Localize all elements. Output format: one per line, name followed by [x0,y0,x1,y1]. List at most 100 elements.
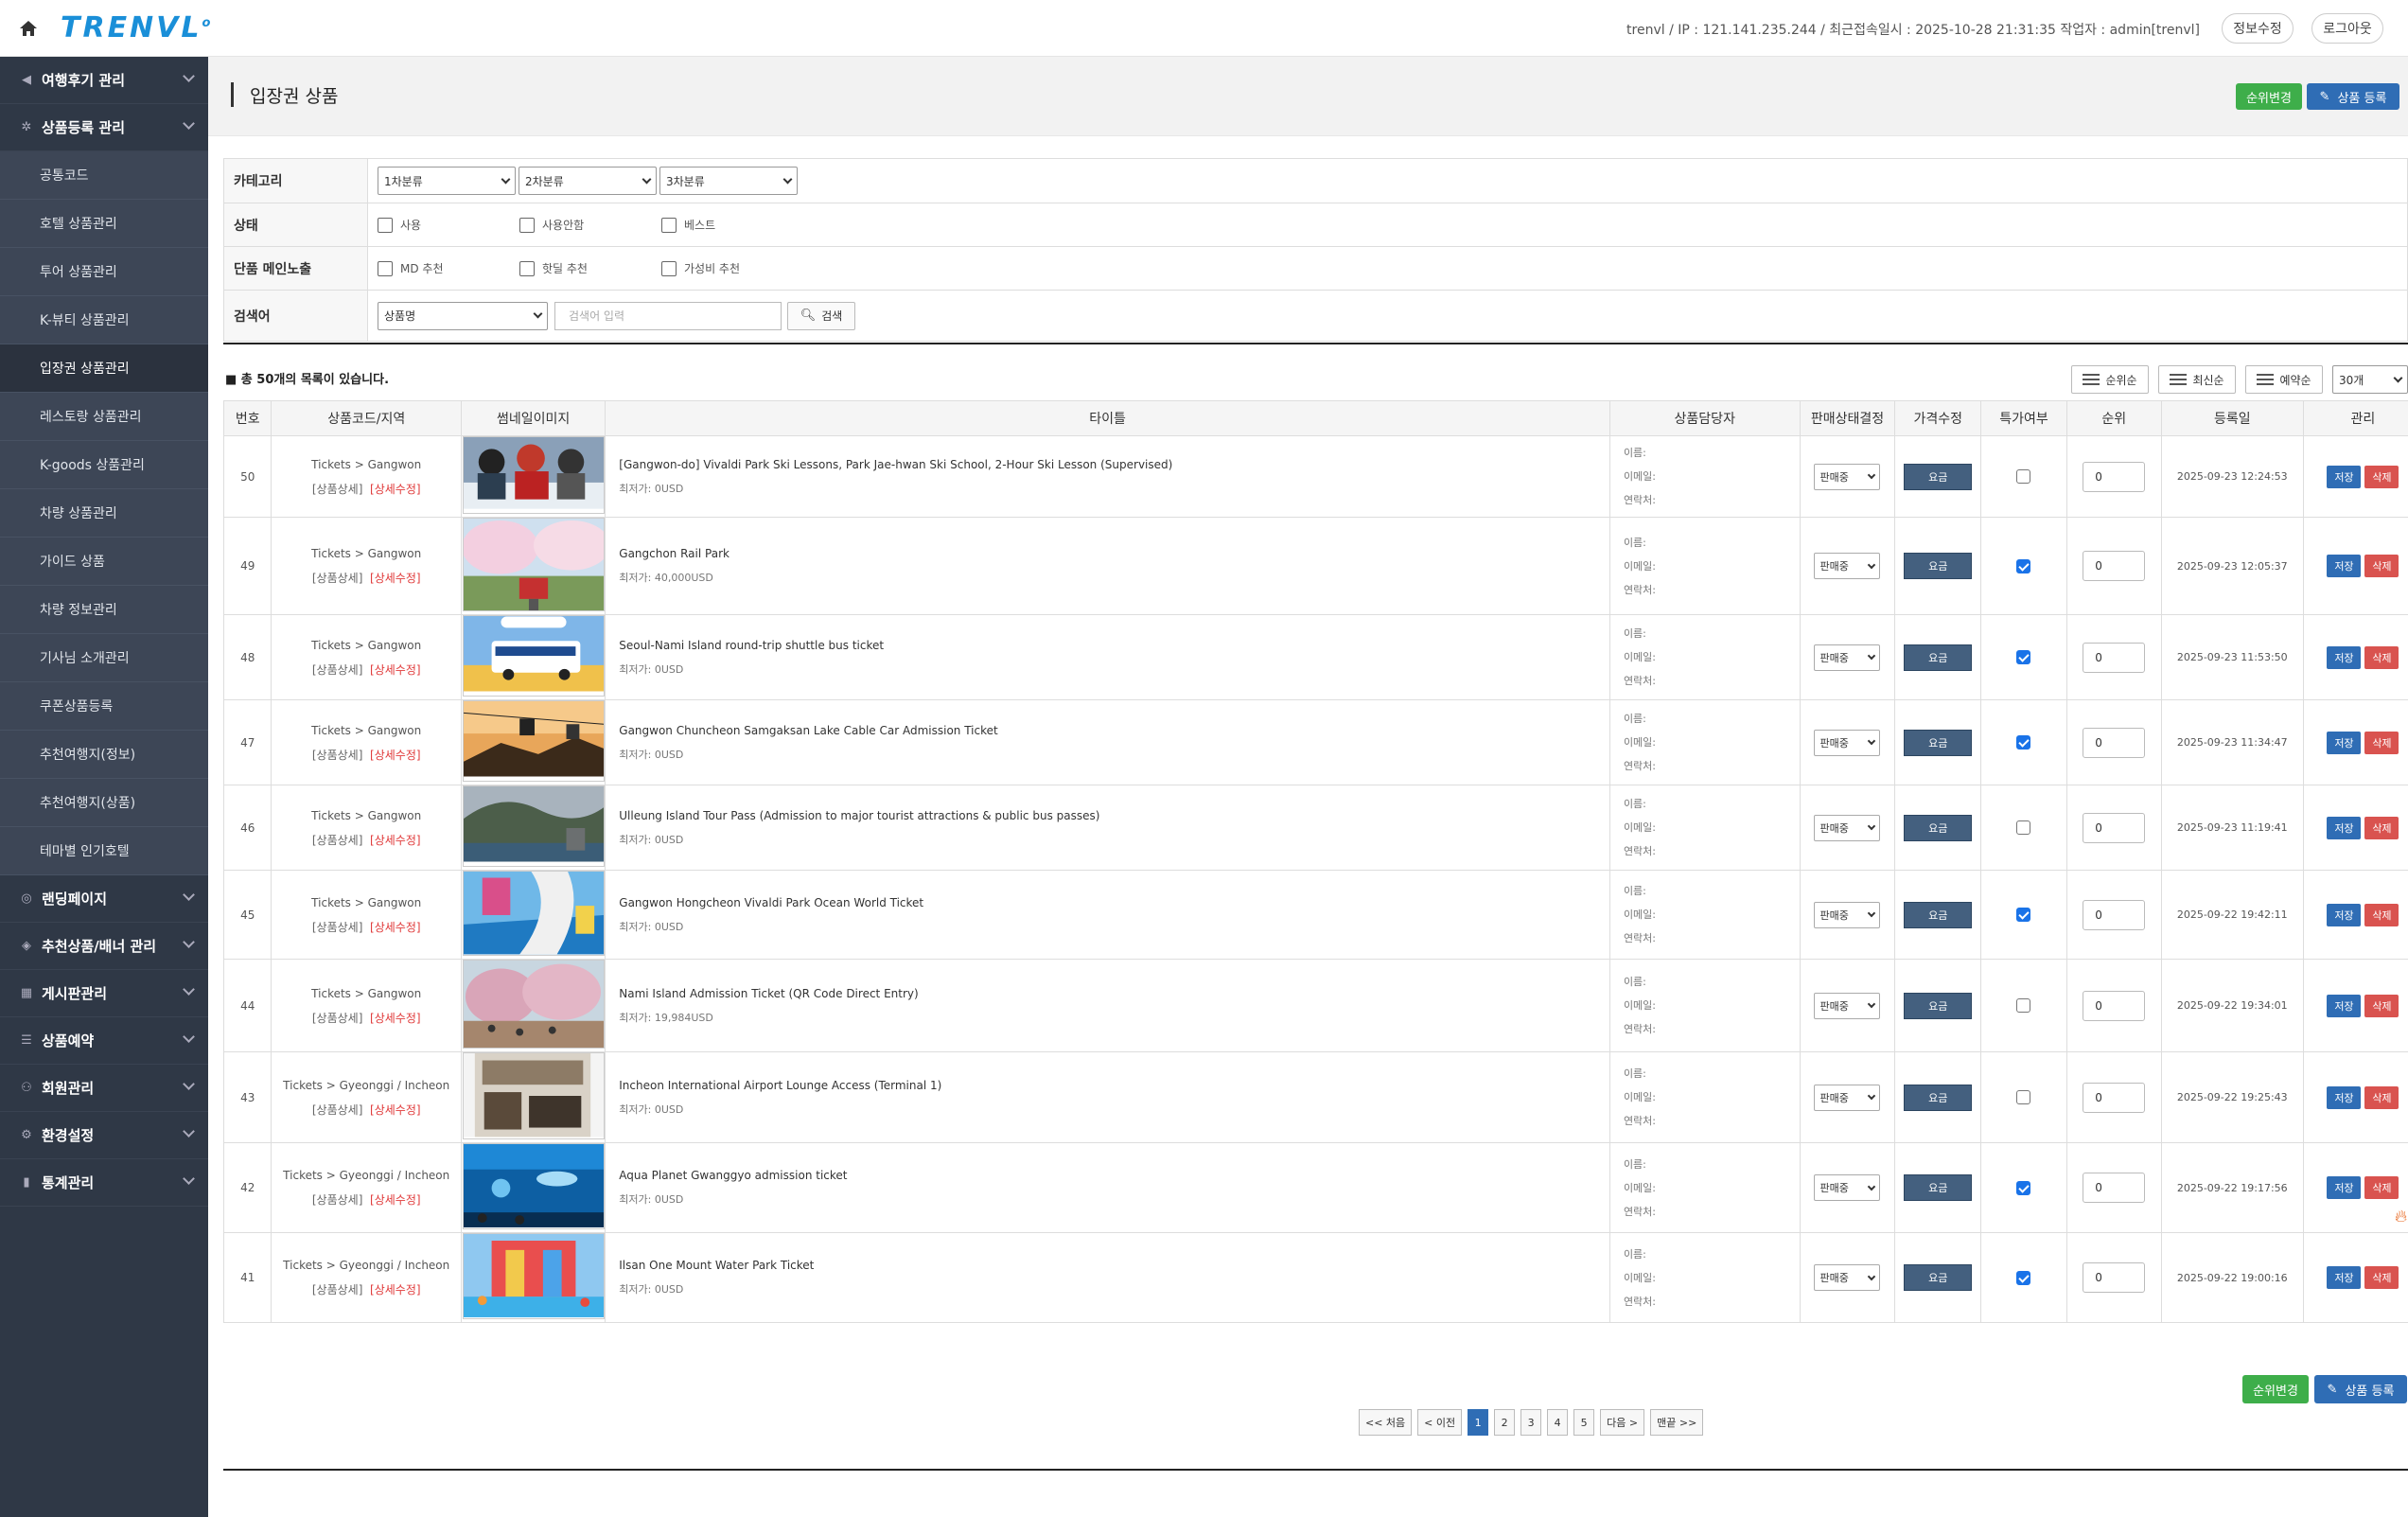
page-next[interactable]: 다음 > [1600,1409,1645,1436]
product-title[interactable]: Nami Island Admission Ticket (QR Code Di… [619,987,1609,1000]
sidebar-item-restaurant[interactable]: 레스토랑 상품관리 [0,393,208,441]
delete-button[interactable]: 삭제 [2364,645,2399,669]
delete-button[interactable]: 삭제 [2364,816,2399,839]
thumbnail-image[interactable] [462,868,605,956]
price-edit-button[interactable]: 요금 [1904,463,1973,490]
page-prev[interactable]: < 이전 [1417,1409,1463,1436]
edit-info-button[interactable]: 정보수정 [2222,13,2294,44]
delete-button[interactable]: 삭제 [2364,465,2399,488]
rank-input[interactable]: 0 [2083,461,2146,492]
sale-status-select[interactable]: 판매중 [1814,463,1881,490]
detail-link[interactable]: [상품상세] [312,1193,363,1207]
price-edit-button[interactable]: 요금 [1904,814,1973,841]
sort-reservation-button[interactable]: 예약순 [2245,365,2323,394]
menu-reservation[interactable]: ☰ 상품예약 [0,1017,208,1065]
special-checkbox[interactable] [2016,998,2031,1013]
product-title[interactable]: Ulleung Island Tour Pass (Admission to m… [619,809,1609,822]
product-title[interactable]: Aqua Planet Gwanggyo admission ticket [619,1169,1609,1182]
sale-status-select[interactable]: 판매중 [1814,553,1881,579]
category1-select[interactable]: 1차분류 [378,167,516,195]
edit-detail-link[interactable]: [상세수정] [370,483,421,496]
search-field-select[interactable]: 상품명 [378,301,548,330]
save-button[interactable]: 저장 [2327,903,2362,926]
detail-link[interactable]: [상품상세] [312,572,363,585]
special-checkbox[interactable] [2016,469,2031,484]
delete-button[interactable]: 삭제 [2364,555,2399,577]
rank-input[interactable]: 0 [2083,899,2146,930]
price-edit-button[interactable]: 요금 [1904,644,1973,671]
detail-link[interactable]: [상품상세] [312,1103,363,1117]
rank-input[interactable]: 0 [2083,1082,2146,1113]
delete-button[interactable]: 삭제 [2364,1176,2399,1199]
sidebar-item-rec-info[interactable]: 추천여행지(정보) [0,731,208,779]
page-2[interactable]: 2 [1494,1409,1516,1436]
price-edit-button[interactable]: 요금 [1904,553,1973,579]
detail-link[interactable]: [상품상세] [312,663,363,677]
detail-link[interactable]: [상품상세] [312,483,363,496]
rank-input[interactable]: 0 [2083,1173,2146,1203]
save-button[interactable]: 저장 [2327,731,2362,754]
sidebar-item-tour[interactable]: 투어 상품관리 [0,248,208,296]
edit-detail-link[interactable]: [상세수정] [370,663,421,677]
home-icon[interactable] [0,0,57,57]
edit-detail-link[interactable]: [상세수정] [370,572,421,585]
price-edit-button[interactable]: 요금 [1904,1174,1973,1201]
menu-members[interactable]: ⚇ 회원관리 [0,1065,208,1112]
status-best-checkbox[interactable]: 베스트 [661,217,803,233]
product-title[interactable]: Gangchon Rail Park [619,547,1609,560]
special-checkbox[interactable] [2016,820,2031,835]
menu-review[interactable]: ◀ 여행후기 관리 [0,57,208,104]
thumbnail-image[interactable] [462,610,605,697]
thumbnail-image[interactable] [462,959,605,1050]
search-button[interactable]: 🔍︎ 검색 [787,301,855,330]
sale-status-select[interactable]: 판매중 [1814,1264,1881,1291]
thumbnail-image[interactable] [462,1050,605,1139]
price-edit-button[interactable]: 요금 [1904,729,1973,756]
detail-link[interactable]: [상품상세] [312,921,363,934]
edit-detail-link[interactable]: [상세수정] [370,921,421,934]
special-checkbox[interactable] [2016,650,2031,664]
page-1[interactable]: 1 [1468,1409,1489,1436]
rank-input[interactable]: 0 [2083,1262,2146,1293]
sidebar-item-kbeauty[interactable]: K-뷰티 상품관리 [0,296,208,344]
sidebar-item-vehicle[interactable]: 차량 상품관리 [0,489,208,538]
sale-status-select[interactable]: 판매중 [1814,729,1881,756]
special-checkbox[interactable] [2016,558,2031,573]
sale-status-select[interactable]: 판매중 [1814,1084,1881,1111]
save-button[interactable]: 저장 [2327,1266,2362,1289]
delete-button[interactable]: 삭제 [2364,1266,2399,1289]
edit-detail-link[interactable]: [상세수정] [370,1283,421,1297]
product-title[interactable]: Incheon International Airport Lounge Acc… [619,1079,1609,1092]
sidebar-item-guide[interactable]: 가이드 상품 [0,538,208,586]
detail-link[interactable]: [상품상세] [312,1283,363,1297]
special-checkbox[interactable] [2016,735,2031,750]
save-button[interactable]: 저장 [2327,645,2362,669]
page-last[interactable]: 맨끝 >> [1650,1409,1704,1436]
sidebar-item-kgoods[interactable]: K-goods 상품관리 [0,441,208,489]
page-3[interactable]: 3 [1520,1409,1542,1436]
delete-button[interactable]: 삭제 [2364,731,2399,754]
menu-board[interactable]: ▦ 게시판관리 [0,970,208,1017]
edit-detail-link[interactable]: [상세수정] [370,749,421,762]
product-title[interactable]: Gangwon Chuncheon Samgaksan Lake Cable C… [619,724,1609,737]
special-checkbox[interactable] [2016,908,2031,922]
edit-detail-link[interactable]: [상세수정] [370,834,421,847]
menu-settings[interactable]: ⚙ 환경설정 [0,1112,208,1159]
detail-link[interactable]: [상품상세] [312,1012,363,1025]
register-button-bottom[interactable]: ✎ 상품 등록 [2314,1375,2407,1403]
special-checkbox[interactable] [2016,1180,2031,1195]
detail-link[interactable]: [상품상세] [312,834,363,847]
save-button[interactable]: 저장 [2327,555,2362,577]
rank-input[interactable]: 0 [2083,727,2146,758]
detail-link[interactable]: [상품상세] [312,749,363,762]
sidebar-item-coupon[interactable]: 쿠폰상품등록 [0,682,208,731]
category3-select[interactable]: 3차분류 [659,167,798,195]
save-button[interactable]: 저장 [2327,1176,2362,1199]
special-checkbox[interactable] [2016,1270,2031,1285]
sort-rank-button[interactable]: 순위순 [2071,365,2149,394]
register-button[interactable]: ✎ 상품 등록 [2307,83,2399,110]
hotdeal-checkbox[interactable]: 핫딜 추천 [519,260,661,276]
delete-button[interactable]: 삭제 [2364,903,2399,926]
sidebar-item-common-code[interactable]: 공통코드 [0,151,208,200]
md-pick-checkbox[interactable]: MD 추천 [378,260,519,276]
